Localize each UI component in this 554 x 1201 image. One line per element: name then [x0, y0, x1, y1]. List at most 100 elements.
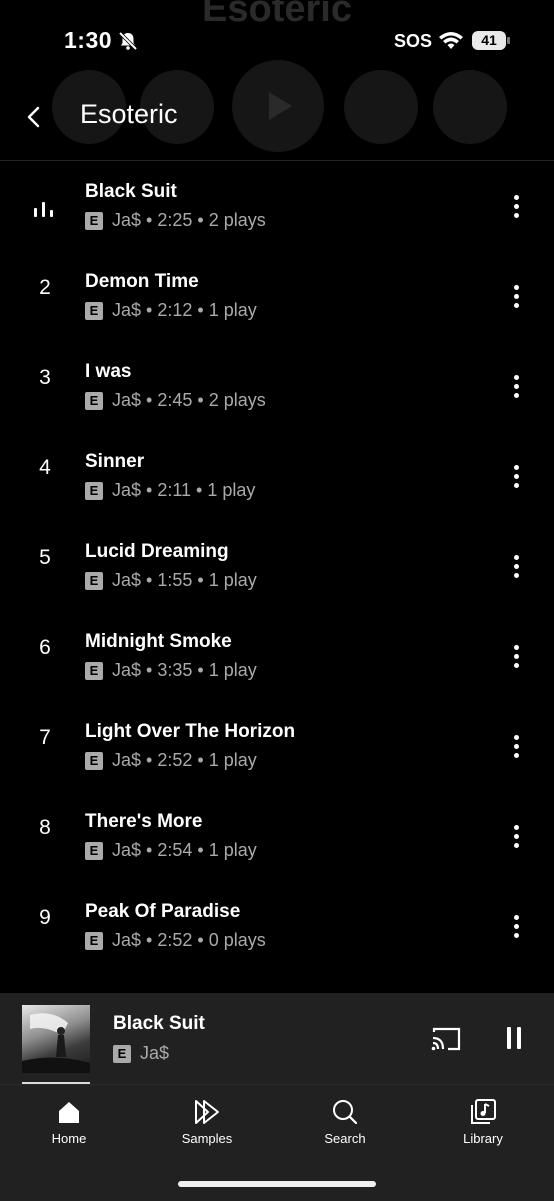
carrier-status: SOS: [394, 31, 433, 51]
track-meta: E Ja$ • 2:52 • 1 play: [85, 750, 257, 771]
home-icon: [59, 1102, 79, 1123]
more-vertical-icon-dot: [514, 564, 519, 569]
more-vertical-icon-dot: [514, 744, 519, 749]
track-number: 6: [39, 636, 51, 659]
battery-level: 41: [472, 31, 506, 50]
meta-separator: •: [192, 570, 209, 590]
explicit-badge: E: [85, 301, 103, 320]
track-list: Black Suit E Ja$ • 2:25 • 2 plays 2 Demo…: [0, 162, 554, 972]
mini-player-artist-row: E Ja$: [113, 1043, 169, 1064]
track-title: There's More: [85, 811, 203, 832]
track-more-button[interactable]: [504, 732, 530, 762]
track-duration: 2:54: [157, 840, 193, 860]
track-more-button[interactable]: [504, 462, 530, 492]
track-row[interactable]: 8 There's More E Ja$ • 2:54 • 1 play: [0, 792, 554, 882]
track-number: 7: [39, 726, 51, 749]
track-more-button[interactable]: [504, 552, 530, 582]
home-indicator[interactable]: [178, 1181, 376, 1187]
more-vertical-icon-dot: [514, 663, 519, 668]
track-artist: Ja$: [112, 840, 142, 860]
track-row[interactable]: 5 Lucid Dreaming E Ja$ • 1:55 • 1 play: [0, 522, 554, 612]
meta-separator: •: [141, 840, 158, 860]
track-row[interactable]: 9 Peak Of Paradise E Ja$ • 2:52 • 0 play…: [0, 882, 554, 972]
more-vertical-icon-dot: [514, 924, 519, 929]
track-row[interactable]: 7 Light Over The Horizon E Ja$ • 2:52 • …: [0, 702, 554, 792]
track-more-button[interactable]: [504, 912, 530, 942]
track-meta: E Ja$ • 1:55 • 1 play: [85, 570, 257, 591]
back-button[interactable]: [22, 102, 50, 132]
page-title: Esoteric: [80, 99, 178, 129]
more-vertical-icon-dot: [514, 654, 519, 659]
track-title: Black Suit: [85, 181, 177, 202]
chevron-left-icon: [27, 106, 40, 128]
track-artist: Ja$: [112, 300, 142, 320]
nav-search[interactable]: Search: [276, 1097, 414, 1146]
track-meta: E Ja$ • 3:35 • 1 play: [85, 660, 257, 681]
nav-samples-label: Samples: [181, 1131, 233, 1146]
more-vertical-icon-dot: [514, 393, 519, 398]
more-vertical-icon: [514, 915, 519, 920]
track-plays: 1 play: [207, 480, 256, 500]
explicit-badge: E: [85, 931, 103, 950]
meta-separator: •: [192, 300, 209, 320]
track-duration: 2:52: [157, 930, 193, 950]
track-artist: Ja$: [112, 660, 142, 680]
meta-separator: •: [192, 210, 209, 230]
nav-home-label: Home: [51, 1131, 87, 1146]
track-number: 9: [39, 906, 51, 929]
mini-player[interactable]: Black Suit E Ja$: [0, 993, 554, 1084]
album-art[interactable]: [22, 1005, 90, 1073]
more-vertical-icon: [514, 555, 519, 560]
pause-icon-bar-right: [517, 1027, 521, 1049]
now-playing-equalizer-icon: [32, 202, 56, 217]
track-artist: Ja$: [112, 930, 142, 950]
track-plays: 1 play: [208, 570, 257, 590]
nav-home[interactable]: Home: [0, 1097, 138, 1146]
track-more-button[interactable]: [504, 372, 530, 402]
track-more-button[interactable]: [504, 192, 530, 222]
status-time: 1:30: [64, 27, 113, 53]
track-artist: Ja$: [112, 750, 142, 770]
more-vertical-icon-dot: [514, 384, 519, 389]
more-vertical-icon-dot: [514, 834, 519, 839]
meta-separator: •: [141, 480, 158, 500]
track-title: I was: [85, 361, 132, 382]
meta-separator: •: [192, 660, 209, 680]
track-row[interactable]: 4 Sinner E Ja$ • 2:11 • 1 play: [0, 432, 554, 522]
meta-separator: •: [141, 660, 158, 680]
more-vertical-icon-dot: [514, 213, 519, 218]
wifi-icon: [438, 30, 464, 55]
nav-samples[interactable]: Samples: [138, 1097, 276, 1146]
explicit-badge: E: [85, 751, 103, 770]
track-more-button[interactable]: [504, 822, 530, 852]
samples-icon: [195, 1100, 219, 1124]
more-vertical-icon-dot: [514, 843, 519, 848]
explicit-badge: E: [85, 571, 103, 590]
track-row[interactable]: 2 Demon Time E Ja$ • 2:12 • 1 play: [0, 252, 554, 342]
meta-separator: •: [141, 210, 158, 230]
track-meta: E Ja$ • 2:25 • 2 plays: [85, 210, 266, 231]
track-row[interactable]: 6 Midnight Smoke E Ja$ • 3:35 • 1 play: [0, 612, 554, 702]
track-row[interactable]: 3 I was E Ja$ • 2:45 • 2 plays: [0, 342, 554, 432]
track-row[interactable]: Black Suit E Ja$ • 2:25 • 2 plays: [0, 162, 554, 252]
track-more-button[interactable]: [504, 282, 530, 312]
explicit-badge: E: [85, 841, 103, 860]
track-number: 4: [39, 456, 51, 479]
track-artist: Ja$: [112, 480, 142, 500]
pause-button[interactable]: [504, 1027, 524, 1051]
track-plays: 1 play: [208, 660, 257, 680]
more-vertical-icon: [514, 285, 519, 290]
explicit-badge: E: [85, 481, 103, 500]
silent-bell-icon: [118, 31, 138, 56]
track-plays: 2 plays: [208, 210, 266, 230]
track-duration: 1:55: [157, 570, 193, 590]
more-vertical-icon-dot: [514, 204, 519, 209]
nav-library[interactable]: Library: [414, 1097, 552, 1146]
more-vertical-icon-dot: [514, 294, 519, 299]
track-number: 8: [39, 816, 51, 839]
track-number: 5: [39, 546, 51, 569]
track-more-button[interactable]: [504, 642, 530, 672]
more-vertical-icon: [514, 735, 519, 740]
track-title: Peak Of Paradise: [85, 901, 241, 922]
cast-button[interactable]: [430, 1025, 462, 1053]
